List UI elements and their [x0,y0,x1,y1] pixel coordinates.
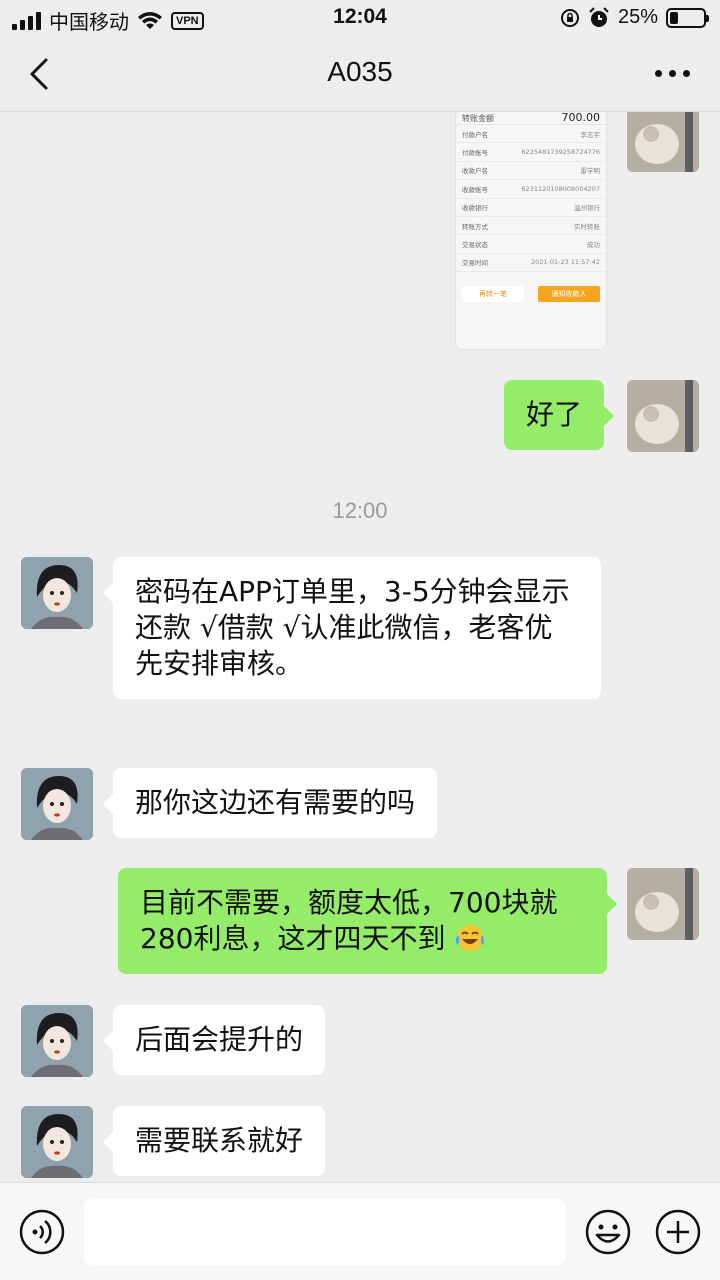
receipt-notify-button: 通知收款人 [538,286,600,303]
message-input[interactable] [84,1199,566,1265]
contact-avatar[interactable] [21,1005,93,1077]
rotation-lock-icon [560,8,579,27]
receipt-row: 交易状态 成功 [456,235,606,254]
status-bar: 中国移动 VPN 12:04 25% [0,0,720,36]
contact-avatar[interactable] [21,1106,93,1178]
message-bubble-incoming[interactable]: 需要联系就好 [102,1106,326,1176]
message-bubble-incoming[interactable]: 后面会提升的 [102,1005,326,1075]
chat-title: A035 [327,56,393,87]
my-avatar[interactable] [627,380,699,452]
receipt-row: 付款账号 6225481739258724776 [456,143,606,162]
receipt-row: 收款银行 温州银行 [456,199,606,217]
contact-avatar[interactable] [21,557,93,629]
receipt-row: 转账方式 实时转账 [456,217,606,236]
input-bar [0,1182,720,1280]
receipt-amount-label: 转账金额 [462,114,494,123]
timestamp: 12:00 [332,498,388,523]
tears-of-joy-emoji-icon [456,925,485,951]
nav-bar: A035 [0,36,720,112]
receipt-row: 交易时间 2021-01-23 11:57:42 [456,254,606,273]
receipt-transfer-again-button: 再转一笔 [462,286,524,303]
message-bubble-outgoing[interactable]: 目前不需要，额度太低，700块就280利息，这才四天不到 [118,868,617,974]
voice-input-icon[interactable] [18,1208,66,1256]
receipt-amount-value: 700.00 [561,112,601,124]
alarm-icon [589,6,609,27]
my-avatar[interactable] [627,112,699,172]
message-bubble-incoming[interactable]: 密码在APP订单里，3-5分钟会显示 还款 √借款 √认准此微信，老客优先安排审… [103,557,601,699]
receipt-row: 收款户名 雷学明 [456,162,606,181]
more-options-icon[interactable] [655,70,690,77]
message-text: 目前不需要，额度太低，700块就280利息，这才四天不到 [140,886,558,955]
receipt-row: 付款户名 李志宇 [456,125,606,144]
plus-icon[interactable] [654,1208,702,1256]
my-avatar[interactable] [627,868,699,940]
battery-percent: 25% [617,6,658,28]
emoji-icon[interactable] [584,1208,632,1256]
chat-area[interactable]: 转账金额 700.00 付款户名 李志宇 付款账号 6225481739258724… [0,112,720,1182]
message-bubble-incoming[interactable]: 那你这边还有需要的吗 [102,768,438,838]
message-bubble-outgoing[interactable]: 好了 [504,380,615,450]
receipt-row: 收款账号 6231120108008004207 [456,180,606,199]
battery-icon [666,7,709,28]
transfer-receipt-image[interactable]: 转账金额 700.00 付款户名 李志宇 付款账号 6225481739258724… [455,112,607,350]
contact-avatar[interactable] [21,768,93,840]
